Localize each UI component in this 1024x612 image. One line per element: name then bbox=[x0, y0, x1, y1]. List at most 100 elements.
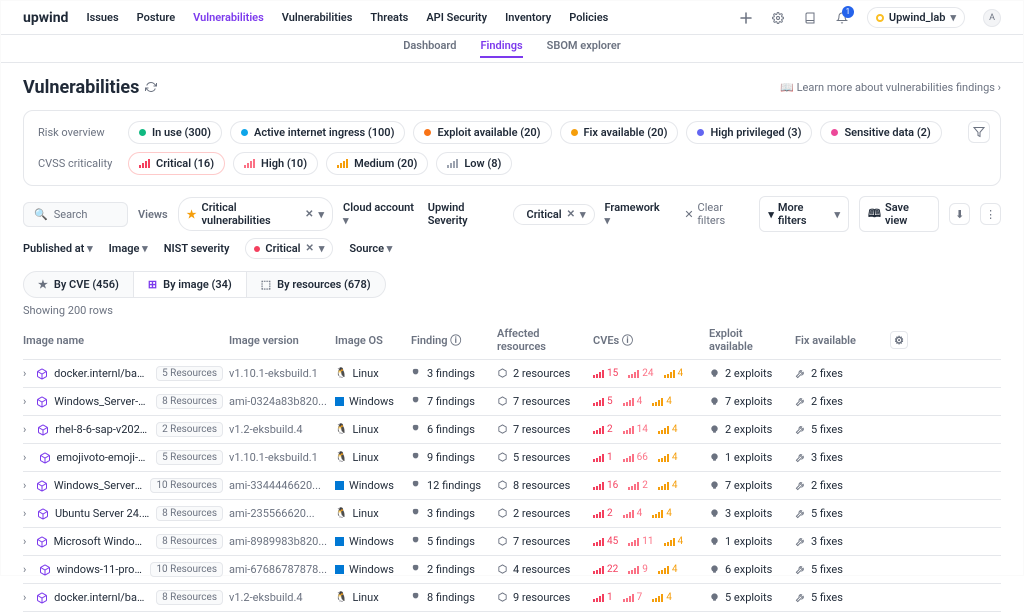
table-row[interactable]: ›docker.internl/backend/m...8 Resources … bbox=[23, 584, 1001, 612]
risk-chip[interactable]: Exploit available (20) bbox=[413, 121, 551, 144]
col-fix[interactable]: Fix available bbox=[795, 334, 870, 347]
filter-source[interactable]: Source ▾ bbox=[349, 242, 392, 255]
tab-dashboard[interactable]: Dashboard bbox=[403, 39, 456, 58]
table-row[interactable]: ›windows-11-pro-v210 Resources ami-67686… bbox=[23, 556, 1001, 584]
filter-nist-severity[interactable]: NIST severity bbox=[164, 242, 230, 255]
view-pill[interactable]: ★Critical vulnerabilities✕▾ bbox=[178, 197, 333, 231]
col-exploit[interactable]: Exploit available bbox=[709, 327, 789, 353]
group-tab[interactable]: ⬚By resources (678) bbox=[246, 271, 386, 298]
resource-badge: 5 Resources bbox=[156, 366, 223, 381]
resource-badge: 8 Resources bbox=[156, 590, 223, 605]
chevron-right-icon[interactable]: › bbox=[23, 423, 31, 436]
nav-vulnerabilities[interactable]: Vulnerabilities bbox=[282, 11, 353, 24]
col-image-version[interactable]: Image version bbox=[229, 334, 329, 347]
notification-badge: 1 bbox=[842, 6, 854, 18]
group-tab[interactable]: ⊞By image (34) bbox=[133, 271, 247, 298]
risk-overview-label: Risk overview bbox=[38, 126, 118, 139]
risk-chip[interactable]: In use (300) bbox=[128, 121, 222, 144]
close-icon[interactable]: ✕ bbox=[567, 209, 575, 220]
learn-more-link[interactable]: 📖 Learn more about vulnerabilities findi… bbox=[780, 81, 1001, 94]
gear-icon[interactable] bbox=[771, 11, 785, 25]
nav-threats[interactable]: Threats bbox=[370, 11, 408, 24]
chevron-right-icon[interactable]: › bbox=[23, 367, 30, 380]
chevron-right-icon[interactable]: › bbox=[23, 395, 30, 408]
table-settings-icon[interactable]: ⚙ bbox=[890, 331, 908, 349]
nav-inventory[interactable]: Inventory bbox=[505, 11, 551, 24]
filter-upwind-severity[interactable]: Upwind Severity bbox=[428, 201, 503, 227]
table-row[interactable]: ›Microsoft Windows Server 2...8 Resource… bbox=[23, 528, 1001, 556]
risk-chip[interactable]: Sensitive data (2) bbox=[820, 121, 941, 144]
close-icon[interactable]: ✕ bbox=[305, 243, 313, 254]
table-row[interactable]: ›rhel-8-6-sap-v202410092 Resources v1.2-… bbox=[23, 416, 1001, 444]
group-tabs: ★By CVE (456)⊞By image (34)⬚By resources… bbox=[23, 271, 1001, 298]
refresh-icon[interactable] bbox=[145, 81, 159, 95]
chevron-right-icon[interactable]: › bbox=[23, 535, 30, 548]
resource-badge: 8 Resources bbox=[156, 394, 223, 409]
table-row[interactable]: ›docker.internl/backend/m...5 Resources … bbox=[23, 360, 1001, 388]
views-label: Views bbox=[138, 208, 168, 221]
org-switcher[interactable]: Upwind_lab▾ bbox=[867, 7, 965, 28]
cvss-label: CVSS criticality bbox=[38, 157, 118, 170]
cvss-chip[interactable]: Low (8) bbox=[436, 152, 512, 175]
more-filters-button[interactable]: ▾ More filters ▾ bbox=[759, 196, 849, 232]
chevron-right-icon[interactable]: › bbox=[23, 507, 31, 520]
risk-chip[interactable]: High privileged (3) bbox=[686, 121, 812, 144]
sub-nav: Dashboard Findings SBOM explorer bbox=[1, 35, 1023, 63]
severity-critical-pill[interactable]: Critical✕▾ bbox=[513, 204, 595, 225]
table-row[interactable]: ›emojivoto-emoji-svc5 Resources v1.10.1-… bbox=[23, 444, 1001, 472]
tab-sbom-explorer[interactable]: SBOM explorer bbox=[547, 39, 621, 58]
table-row[interactable]: ›Ubuntu Server 24.04 LTS8 Resources ami-… bbox=[23, 500, 1001, 528]
findings-table: Image name Image version Image OS Findin… bbox=[23, 321, 1001, 612]
resource-badge: 8 Resources bbox=[156, 506, 223, 521]
book-icon[interactable] bbox=[803, 11, 817, 25]
search-input[interactable]: 🔍Search bbox=[23, 202, 128, 227]
risk-chip[interactable]: Active internet ingress (100) bbox=[230, 121, 405, 144]
resource-badge: 8 Resources bbox=[156, 534, 223, 549]
col-finding[interactable]: Finding ⓘ bbox=[411, 332, 491, 348]
row-count: Showing 200 rows bbox=[23, 304, 1001, 317]
save-view-button[interactable]: 🕮 Save view bbox=[859, 196, 939, 232]
download-icon[interactable]: ⬇ bbox=[949, 203, 970, 225]
cvss-chip[interactable]: Critical (16) bbox=[128, 152, 225, 175]
filter-image[interactable]: Image ▾ bbox=[109, 242, 148, 255]
cvss-chip[interactable]: Medium (20) bbox=[326, 152, 428, 175]
resource-badge: 10 Resources bbox=[150, 478, 223, 493]
chevron-right-icon[interactable]: › bbox=[23, 563, 33, 576]
clear-filters[interactable]: ✕ Clear filters bbox=[684, 201, 749, 227]
chevron-right-icon[interactable]: › bbox=[23, 479, 30, 492]
tab-findings[interactable]: Findings bbox=[480, 39, 522, 58]
plus-icon[interactable] bbox=[739, 11, 753, 25]
nav-posture[interactable]: Posture bbox=[137, 11, 175, 24]
col-image-os[interactable]: Image OS bbox=[335, 334, 405, 347]
avatar[interactable]: A bbox=[983, 9, 1001, 27]
col-image-name[interactable]: Image name bbox=[23, 334, 223, 347]
brand-logo: upwind bbox=[23, 10, 68, 26]
chevron-right-icon[interactable]: › bbox=[23, 451, 33, 464]
table-row[interactable]: ›Windows_Server-2022-En...8 Resources am… bbox=[23, 388, 1001, 416]
nav-policies[interactable]: Policies bbox=[569, 11, 608, 24]
more-icon[interactable]: ⋮ bbox=[980, 203, 1001, 225]
top-nav: upwind Issues Posture Vulnerabilities Vulne… bbox=[1, 1, 1023, 35]
resource-badge: 2 Resources bbox=[156, 422, 223, 437]
table-row[interactable]: ›Windows_Server-2019-En...10 Resources a… bbox=[23, 472, 1001, 500]
group-tab[interactable]: ★By CVE (456) bbox=[23, 271, 134, 298]
bell-icon[interactable]: 1 bbox=[835, 11, 849, 25]
nist-critical-pill[interactable]: Critical✕▾ bbox=[245, 238, 333, 259]
col-affected[interactable]: Affected resources bbox=[497, 327, 587, 353]
search-icon: 🔍 bbox=[34, 208, 48, 221]
funnel-icon[interactable] bbox=[968, 121, 990, 143]
close-icon[interactable]: ✕ bbox=[305, 209, 313, 220]
filter-published-at[interactable]: Published at ▾ bbox=[23, 242, 93, 255]
risk-chip[interactable]: Fix available (20) bbox=[560, 121, 679, 144]
filter-cloud-account[interactable]: Cloud account ▾ bbox=[343, 201, 418, 227]
nav-api-security[interactable]: API Security bbox=[426, 11, 487, 24]
nav-issues[interactable]: Issues bbox=[86, 11, 118, 24]
page-title: Vulnerabilities bbox=[23, 77, 159, 98]
chevron-right-icon[interactable]: › bbox=[23, 591, 30, 604]
toolbar: 🔍Search Views ★Critical vulnerabilities✕… bbox=[23, 196, 1001, 232]
cvss-chip[interactable]: High (10) bbox=[233, 152, 318, 175]
col-cves[interactable]: CVEs ⓘ bbox=[593, 332, 703, 348]
nav-vulnerabilities[interactable]: Vulnerabilities bbox=[193, 11, 264, 24]
filter-framework[interactable]: Framework ▾ bbox=[605, 201, 665, 227]
resource-badge: 10 Resources bbox=[150, 562, 223, 577]
